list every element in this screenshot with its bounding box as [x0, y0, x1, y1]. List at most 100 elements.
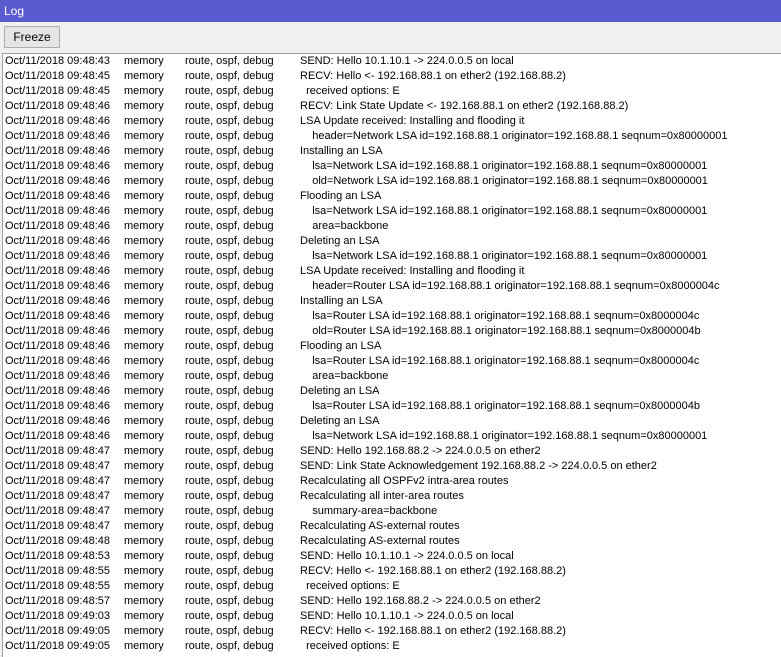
log-row[interactable]: Oct/11/2018 09:48:55 memory route, ospf, d… — [3, 564, 781, 579]
log-time: Oct/11/2018 09:48:46 — [5, 205, 110, 217]
log-topics: route, ospf, debug — [185, 175, 274, 187]
log-time: Oct/11/2018 09:48:47 — [5, 445, 110, 457]
log-row[interactable]: Oct/11/2018 09:48:46 memory route, ospf, d… — [3, 279, 781, 294]
log-time: Oct/11/2018 09:48:46 — [5, 355, 110, 367]
log-topics: route, ospf, debug — [185, 55, 274, 67]
log-row[interactable]: Oct/11/2018 09:48:47 memory route, ospf, d… — [3, 474, 781, 489]
log-message: RECV: Link State Update <- 192.168.88.1 … — [300, 100, 629, 112]
log-topics: route, ospf, debug — [185, 430, 274, 442]
log-topics: route, ospf, debug — [185, 265, 274, 277]
log-time: Oct/11/2018 09:48:46 — [5, 385, 110, 397]
log-topics: route, ospf, debug — [185, 475, 274, 487]
log-row[interactable]: Oct/11/2018 09:48:46 memory route, ospf, d… — [3, 159, 781, 174]
log-message: SEND: Hello 192.168.88.2 -> 224.0.0.5 on… — [300, 445, 541, 457]
log-topics: route, ospf, debug — [185, 370, 274, 382]
log-time: Oct/11/2018 09:48:47 — [5, 475, 110, 487]
log-topics: route, ospf, debug — [185, 580, 274, 592]
log-time: Oct/11/2018 09:48:46 — [5, 250, 110, 262]
log-row[interactable]: Oct/11/2018 09:48:46 memory route, ospf, d… — [3, 189, 781, 204]
log-buffer: memory — [124, 220, 164, 232]
log-row[interactable]: Oct/11/2018 09:48:46 memory route, ospf, d… — [3, 369, 781, 384]
log-buffer: memory — [124, 55, 164, 67]
log-row[interactable]: Oct/11/2018 09:49:05 memory route, ospf, d… — [3, 639, 781, 654]
log-row[interactable]: Oct/11/2018 09:48:46 memory route, ospf, d… — [3, 324, 781, 339]
log-row[interactable]: Oct/11/2018 09:48:46 memory route, ospf, d… — [3, 129, 781, 144]
log-time: Oct/11/2018 09:48:46 — [5, 130, 110, 142]
log-row[interactable]: Oct/11/2018 09:49:05 memory route, ospf, d… — [3, 624, 781, 639]
log-time: Oct/11/2018 09:48:46 — [5, 100, 110, 112]
log-buffer: memory — [124, 475, 164, 487]
freeze-button[interactable]: Freeze — [4, 26, 60, 48]
log-message: received options: E — [300, 580, 400, 592]
log-message: Flooding an LSA — [300, 190, 382, 202]
log-row[interactable]: Oct/11/2018 09:48:46 memory route, ospf, d… — [3, 219, 781, 234]
log-topics: route, ospf, debug — [185, 520, 274, 532]
log-message: LSA Update received: Installing and floo… — [300, 265, 525, 277]
log-row[interactable]: Oct/11/2018 09:48:47 memory route, ospf, d… — [3, 519, 781, 534]
log-row[interactable]: Oct/11/2018 09:48:53 memory route, ospf, d… — [3, 549, 781, 564]
log-time: Oct/11/2018 09:48:46 — [5, 295, 110, 307]
log-buffer: memory — [124, 520, 164, 532]
log-row[interactable]: Oct/11/2018 09:48:46 memory route, ospf, d… — [3, 399, 781, 414]
log-row[interactable]: Oct/11/2018 09:48:46 memory route, ospf, d… — [3, 339, 781, 354]
log-row[interactable]: Oct/11/2018 09:48:48 memory route, ospf, d… — [3, 534, 781, 549]
log-time: Oct/11/2018 09:48:46 — [5, 265, 110, 277]
log-message: LSA Update received: Installing and floo… — [300, 115, 525, 127]
log-message: Deleting an LSA — [300, 235, 380, 247]
log-time: Oct/11/2018 09:48:46 — [5, 175, 110, 187]
log-row[interactable]: Oct/11/2018 09:48:46 memory route, ospf, d… — [3, 234, 781, 249]
log-row[interactable]: Oct/11/2018 09:49:03 memory route, ospf, d… — [3, 609, 781, 624]
log-row[interactable]: Oct/11/2018 09:48:46 memory route, ospf, d… — [3, 174, 781, 189]
window-title: Log — [0, 0, 781, 22]
log-row[interactable]: Oct/11/2018 09:48:46 memory route, ospf, d… — [3, 294, 781, 309]
log-buffer: memory — [124, 415, 164, 427]
log-buffer: memory — [124, 550, 164, 562]
log-message: SEND: Hello 10.1.10.1 -> 224.0.0.5 on lo… — [300, 55, 514, 67]
log-row[interactable]: Oct/11/2018 09:48:46 memory route, ospf, d… — [3, 429, 781, 444]
log-row[interactable]: Oct/11/2018 09:48:47 memory route, ospf, d… — [3, 459, 781, 474]
log-topics: route, ospf, debug — [185, 400, 274, 412]
log-row[interactable]: Oct/11/2018 09:48:46 memory route, ospf, d… — [3, 204, 781, 219]
log-row[interactable]: Oct/11/2018 09:48:46 memory route, ospf, d… — [3, 249, 781, 264]
log-row[interactable]: Oct/11/2018 09:48:46 memory route, ospf, d… — [3, 99, 781, 114]
log-row[interactable]: Oct/11/2018 09:48:45 memory route, ospf, d… — [3, 84, 781, 99]
log-row[interactable]: Oct/11/2018 09:48:45 memory route, ospf, d… — [3, 69, 781, 84]
log-list[interactable]: Oct/11/2018 09:48:43 memory route, ospf, d… — [2, 53, 781, 657]
log-message: Recalculating AS-external routes — [300, 535, 460, 547]
log-time: Oct/11/2018 09:48:46 — [5, 415, 110, 427]
log-buffer: memory — [124, 280, 164, 292]
log-row[interactable]: Oct/11/2018 09:48:43 memory route, ospf, d… — [3, 54, 781, 69]
log-row[interactable]: Oct/11/2018 09:48:47 memory route, ospf, d… — [3, 444, 781, 459]
log-message: summary-area=backbone — [300, 505, 438, 517]
log-topics: route, ospf, debug — [185, 100, 274, 112]
log-row[interactable]: Oct/11/2018 09:48:46 memory route, ospf, d… — [3, 144, 781, 159]
log-time: Oct/11/2018 09:48:45 — [5, 70, 110, 82]
log-time: Oct/11/2018 09:48:46 — [5, 160, 110, 172]
log-topics: route, ospf, debug — [185, 490, 274, 502]
log-row[interactable]: Oct/11/2018 09:48:55 memory route, ospf, d… — [3, 579, 781, 594]
log-topics: route, ospf, debug — [185, 625, 274, 637]
log-message: old=Network LSA id=192.168.88.1 originat… — [300, 175, 708, 187]
log-row[interactable]: Oct/11/2018 09:48:46 memory route, ospf, d… — [3, 354, 781, 369]
log-row[interactable]: Oct/11/2018 09:48:46 memory route, ospf, d… — [3, 384, 781, 399]
log-row[interactable]: Oct/11/2018 09:48:47 memory route, ospf, d… — [3, 504, 781, 519]
log-buffer: memory — [124, 595, 164, 607]
log-row[interactable]: Oct/11/2018 09:48:46 memory route, ospf, d… — [3, 264, 781, 279]
log-buffer: memory — [124, 295, 164, 307]
log-time: Oct/11/2018 09:48:45 — [5, 85, 110, 97]
log-time: Oct/11/2018 09:48:46 — [5, 430, 110, 442]
log-message: SEND: Hello 10.1.10.1 -> 224.0.0.5 on lo… — [300, 610, 514, 622]
log-row[interactable]: Oct/11/2018 09:48:47 memory route, ospf, d… — [3, 489, 781, 504]
log-message: Recalculating all inter-area routes — [300, 490, 464, 502]
log-row[interactable]: Oct/11/2018 09:48:57 memory route, ospf, d… — [3, 594, 781, 609]
log-time: Oct/11/2018 09:48:48 — [5, 535, 110, 547]
log-topics: route, ospf, debug — [185, 550, 274, 562]
log-message: header=Router LSA id=192.168.88.1 origin… — [300, 280, 720, 292]
log-row[interactable]: Oct/11/2018 09:48:46 memory route, ospf, d… — [3, 309, 781, 324]
log-buffer: memory — [124, 430, 164, 442]
log-buffer: memory — [124, 115, 164, 127]
log-topics: route, ospf, debug — [185, 610, 274, 622]
log-buffer: memory — [124, 505, 164, 517]
log-row[interactable]: Oct/11/2018 09:48:46 memory route, ospf, d… — [3, 114, 781, 129]
log-row[interactable]: Oct/11/2018 09:48:46 memory route, ospf, d… — [3, 414, 781, 429]
